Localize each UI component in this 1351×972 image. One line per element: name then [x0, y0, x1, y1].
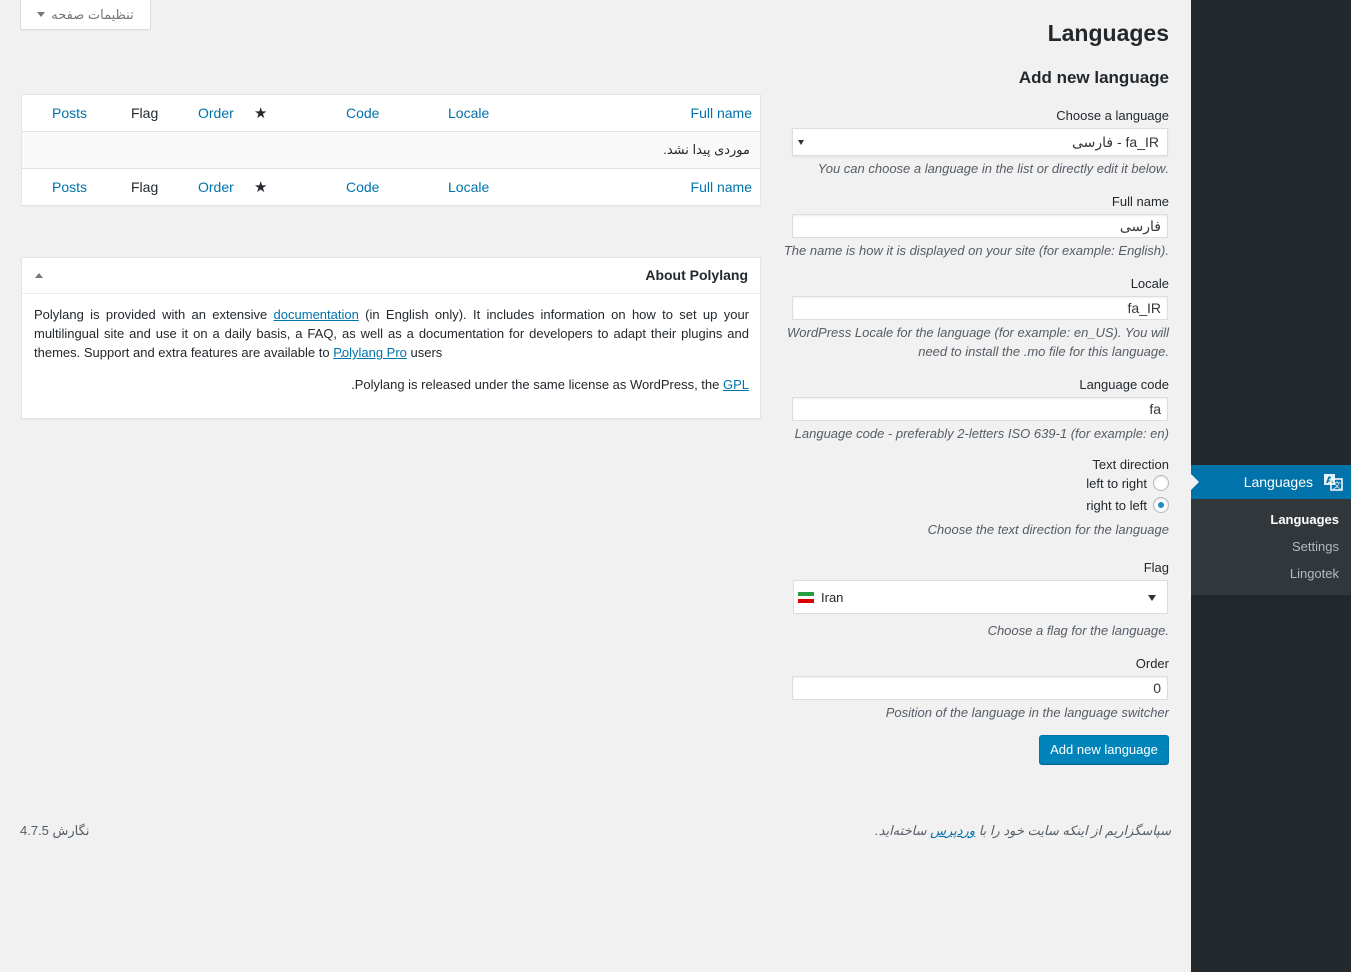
default-language-star-icon: ★ [254, 179, 268, 196]
svg-text:A: A [1326, 476, 1333, 486]
column-order[interactable]: Order [198, 105, 234, 121]
language-code-input[interactable] [792, 397, 1168, 421]
radio-rtl[interactable]: right to left [1086, 497, 1169, 513]
order-label: Order [1135, 656, 1169, 671]
footer-text: ساخته‌اید. [875, 823, 931, 838]
choose-language-label: Choose a language [1056, 108, 1169, 123]
no-items-message: موردی پیدا نشد. [663, 142, 750, 157]
screen-options-label: تنظیمات صفحه [51, 6, 134, 22]
radio-rtl-button[interactable] [1153, 497, 1169, 513]
form-title: Add new language [1018, 68, 1169, 87]
iran-flag-icon [798, 592, 814, 603]
column-full-name[interactable]: Full name [691, 179, 752, 195]
sidebar-item-languages[interactable]: Languages A 文 [1191, 465, 1351, 499]
menu-pointer-arrow [1191, 474, 1199, 490]
flag-value: Iran [821, 590, 844, 605]
column-order[interactable]: Order [198, 179, 234, 195]
table-header-row: Full name Locale Code ★ Order Flag Posts [22, 95, 760, 132]
sidebar-menu-label: Languages [1243, 474, 1313, 490]
full-name-label: Full name [1111, 194, 1169, 209]
radio-ltr[interactable]: left to right [1086, 475, 1169, 491]
choose-language-description: .You can choose a language in the list o… [817, 161, 1169, 176]
about-polylang-title: About Polylang [645, 267, 748, 283]
locale-label: Locale [1130, 276, 1169, 291]
column-flag: Flag [131, 179, 159, 195]
footer-version: نگارش 4.7.5 [20, 823, 90, 838]
about-text: users [406, 345, 443, 360]
choose-language-select[interactable]: فارسی - fa_IR [792, 128, 1168, 156]
page-title: Languages [1047, 20, 1169, 46]
column-code[interactable]: Code [346, 179, 379, 195]
caret-down-icon [37, 12, 46, 17]
radio-rtl-label: right to left [1086, 497, 1147, 513]
polylang-pro-link[interactable]: Polylang Pro [333, 345, 407, 360]
flag-description: .Choose a flag for the language [987, 623, 1169, 638]
locale-input[interactable] [792, 296, 1168, 320]
translation-icon: A 文 [1324, 474, 1343, 491]
about-text: Polylang is provided with an extensive [34, 307, 274, 322]
choose-language-value: فارسی - fa_IR [1071, 134, 1159, 150]
flag-select[interactable]: Iran [793, 580, 1168, 614]
column-code[interactable]: Code [346, 105, 379, 121]
submenu-item-settings[interactable]: Settings [1292, 539, 1339, 554]
text-direction-label: Text direction [1092, 457, 1169, 472]
wordpress-link[interactable]: وردپرس [930, 823, 975, 838]
full-name-description: .(The name is how it is displayed on you… [783, 243, 1169, 258]
add-new-language-button[interactable]: Add new language [1039, 735, 1169, 764]
about-text: Polylang is released under the same lice… [354, 377, 723, 392]
languages-submenu: Languages Settings Lingotek [1191, 499, 1351, 595]
about-paragraph-1: Polylang is provided with an extensive d… [34, 305, 749, 362]
language-code-description: (Language code - preferably 2-letters IS… [794, 426, 1169, 441]
submenu-item-languages[interactable]: Languages [1270, 512, 1339, 527]
column-flag: Flag [131, 105, 159, 121]
flag-label: Flag [1143, 560, 1169, 575]
locale-description-line2: .need to install the .mo file for this l… [918, 344, 1169, 359]
documentation-link[interactable]: documentation [274, 307, 359, 322]
dropdown-arrow-icon [1148, 595, 1156, 601]
about-paragraph-1-end: . [340, 345, 344, 360]
full-name-input[interactable] [792, 214, 1168, 238]
languages-table: Full name Locale Code ★ Order Flag Posts… [21, 94, 761, 206]
column-locale[interactable]: Locale [448, 105, 489, 121]
column-posts[interactable]: Posts [52, 179, 87, 195]
column-locale[interactable]: Locale [448, 179, 489, 195]
screen-options-button[interactable]: تنظیمات صفحه [20, 0, 151, 30]
collapse-toggle-icon[interactable] [35, 273, 43, 278]
order-input[interactable] [792, 676, 1168, 700]
radio-ltr-label: left to right [1086, 475, 1147, 491]
admin-sidebar: Languages A 文 Languages Settings Lingote… [1191, 0, 1351, 972]
submenu-item-lingotek[interactable]: Lingotek [1290, 566, 1339, 581]
about-paragraph-2: .Polylang is released under the same lic… [34, 375, 749, 394]
footer-text: سپاسگزاریم از اینکه سایت خود را با [975, 823, 1171, 838]
svg-text:文: 文 [1333, 480, 1341, 490]
about-polylang-box: About Polylang Polylang is provided with… [21, 257, 761, 419]
text-direction-description: Choose the text direction for the langua… [927, 522, 1169, 537]
dropdown-arrow-icon [798, 140, 804, 145]
table-empty-row: موردی پیدا نشد. [22, 132, 760, 168]
column-full-name[interactable]: Full name [691, 105, 752, 121]
default-language-star-icon: ★ [254, 105, 268, 122]
locale-description-line1: WordPress Locale for the language (for e… [786, 325, 1169, 340]
gpl-link[interactable]: GPL [723, 377, 749, 392]
about-polylang-content: Polylang is provided with an extensive d… [34, 305, 749, 394]
column-posts[interactable]: Posts [52, 105, 87, 121]
about-polylang-header[interactable]: About Polylang [22, 258, 760, 294]
footer-thanks: سپاسگزاریم از اینکه سایت خود را با وردپر… [875, 823, 1171, 839]
order-description: Position of the language in the language… [885, 705, 1169, 720]
radio-ltr-button[interactable] [1153, 475, 1169, 491]
table-footer-row: Full name Locale Code ★ Order Flag Posts [22, 168, 760, 205]
language-code-label: Language code [1079, 377, 1169, 392]
